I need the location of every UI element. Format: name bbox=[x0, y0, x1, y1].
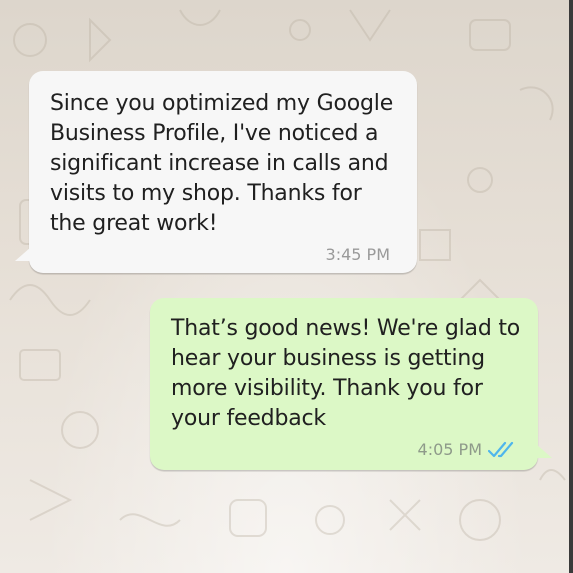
incoming-message[interactable]: Since you optimized my Google Business P… bbox=[15, 71, 417, 273]
message-text: Since you optimized my Google Business P… bbox=[50, 91, 394, 236]
double-check-read-icon bbox=[488, 441, 514, 457]
bubble-tail bbox=[15, 247, 31, 261]
message-timestamp: 4:05 PM bbox=[417, 440, 482, 459]
message-meta: 3:45 PM bbox=[326, 245, 390, 264]
message-text: That’s good news! We're glad to hear you… bbox=[171, 316, 521, 431]
message-timestamp: 3:45 PM bbox=[325, 245, 390, 264]
bubble-tail bbox=[536, 444, 552, 458]
window-edge bbox=[569, 0, 573, 573]
message-meta: 4:05 PM bbox=[418, 440, 518, 459]
outgoing-message[interactable]: That’s good news! We're glad to hear you… bbox=[150, 298, 552, 470]
